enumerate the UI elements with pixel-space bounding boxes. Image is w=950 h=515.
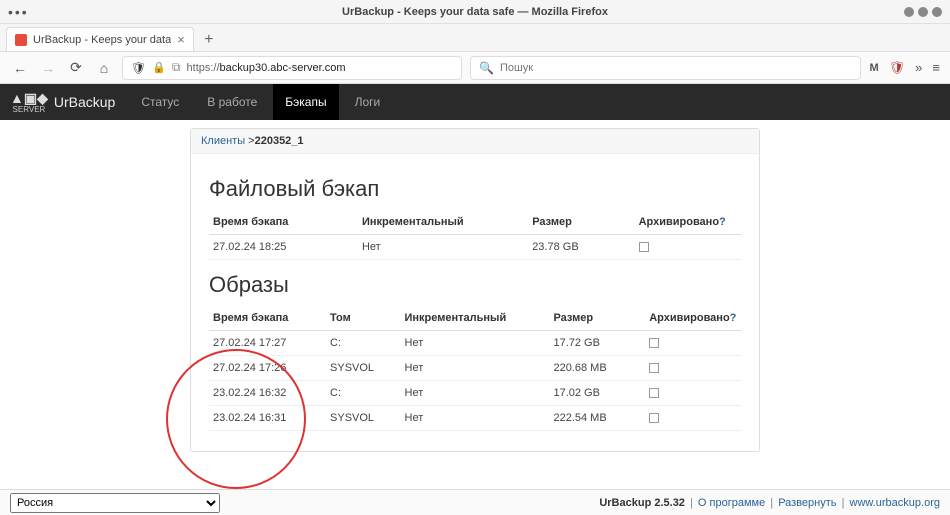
search-input[interactable] [500, 62, 853, 74]
archive-checkbox[interactable] [649, 363, 659, 373]
search-bar[interactable]: 🔍 [470, 56, 861, 80]
col-arch: Архивировано? [645, 306, 741, 331]
close-button[interactable] [932, 7, 942, 17]
os-titlebar: ••• UrBackup - Keeps your data safe — Mo… [0, 0, 950, 24]
tab-title: UrBackup - Keeps your data [33, 34, 171, 46]
footer: Россия UrBackup 2.5.32 | О программе | Р… [0, 489, 950, 515]
table-row[interactable]: 27.02.24 17:26 SYSVOL Нет 220.68 MB [209, 356, 741, 381]
help-icon[interactable]: ? [719, 216, 726, 228]
archive-checkbox[interactable] [649, 388, 659, 398]
image-backup-table: Время бэкапа Том Инкрементальный Размер … [209, 306, 741, 431]
col-incr: Инкрементальный [401, 306, 550, 331]
logo-icon: ▲▣◆ [10, 91, 48, 105]
menu-icon[interactable]: ≡ [932, 60, 940, 75]
url-text: https://backup30.abc-server.com [187, 62, 346, 74]
os-menu-dots[interactable]: ••• [8, 4, 29, 20]
table-row[interactable]: 23.02.24 16:31 SYSVOL Нет 222.54 MB [209, 406, 741, 431]
archive-checkbox[interactable] [639, 242, 649, 252]
nav-backups[interactable]: Бэкапы [273, 84, 338, 120]
app-navbar: ▲▣◆ SERVER UrBackup Статус В работе Бэка… [0, 84, 950, 120]
footer-about-link[interactable]: О программе [698, 497, 765, 509]
col-arch: Архивировано? [635, 210, 741, 235]
shield-icon[interactable]: 🛡 [131, 61, 146, 75]
breadcrumb: Клиенты >220352_1 [191, 129, 759, 154]
help-icon[interactable]: ? [730, 312, 737, 324]
new-tab-button[interactable]: + [198, 29, 220, 51]
table-row[interactable]: 27.02.24 17:27 C: Нет 17.72 GB [209, 331, 741, 356]
window-title: UrBackup - Keeps your data safe — Mozill… [342, 6, 608, 18]
browser-tabbar: UrBackup - Keeps your data × + [0, 24, 950, 52]
tab-close-icon[interactable]: × [177, 32, 185, 47]
back-button[interactable]: ← [10, 58, 30, 78]
window-controls [904, 7, 942, 17]
forward-button[interactable]: → [38, 58, 58, 78]
col-size: Размер [528, 210, 634, 235]
table-row[interactable]: 23.02.24 16:32 C: Нет 17.02 GB [209, 381, 741, 406]
breadcrumb-root[interactable]: Клиенты [201, 135, 245, 147]
page-content: Клиенты >220352_1 Файловый бэкап Время б… [0, 120, 950, 472]
col-time: Время бэкапа [209, 210, 358, 235]
archive-checkbox[interactable] [649, 413, 659, 423]
permissions-icon[interactable]: ⧉ [172, 60, 181, 75]
section-img-title: Образы [209, 272, 741, 298]
home-button[interactable]: ⌂ [94, 58, 114, 78]
col-time: Время бэкапа [209, 306, 326, 331]
col-incr: Инкрементальный [358, 210, 528, 235]
tab-favicon [15, 34, 27, 46]
footer-site-link[interactable]: www.urbackup.org [850, 497, 941, 509]
footer-deploy-link[interactable]: Развернуть [778, 497, 836, 509]
col-vol: Том [326, 306, 400, 331]
ublock-icon[interactable]: 🛡 [889, 60, 906, 76]
search-icon: 🔍 [479, 61, 494, 75]
browser-tab[interactable]: UrBackup - Keeps your data × [6, 27, 194, 51]
content-panel: Клиенты >220352_1 Файловый бэкап Время б… [190, 128, 760, 452]
lock-icon[interactable]: 🔒 [152, 61, 166, 74]
table-row[interactable]: 27.02.24 18:25 Нет 23.78 GB [209, 235, 741, 260]
file-backup-table: Время бэкапа Инкрементальный Размер Архи… [209, 210, 741, 260]
nav-running[interactable]: В работе [195, 84, 269, 120]
section-file-title: Файловый бэкап [209, 176, 741, 202]
footer-links: UrBackup 2.5.32 | О программе | Разверну… [599, 497, 940, 509]
locale-select[interactable]: Россия [10, 493, 220, 513]
app-brand: UrBackup [54, 94, 115, 110]
gmail-icon[interactable]: M [869, 62, 878, 74]
overflow-icon[interactable]: » [915, 60, 922, 75]
address-bar[interactable]: 🛡 🔒 ⧉ https://backup30.abc-server.com [122, 56, 462, 80]
archive-checkbox[interactable] [649, 338, 659, 348]
app-logo[interactable]: ▲▣◆ SERVER UrBackup [10, 91, 115, 114]
footer-version: UrBackup 2.5.32 [599, 497, 685, 509]
maximize-button[interactable] [918, 7, 928, 17]
breadcrumb-client: 220352_1 [255, 135, 304, 147]
browser-toolbar: ← → ⟳ ⌂ 🛡 🔒 ⧉ https://backup30.abc-serve… [0, 52, 950, 84]
toolbar-extensions: M 🛡 » ≡ [869, 60, 940, 76]
minimize-button[interactable] [904, 7, 914, 17]
col-size: Размер [549, 306, 645, 331]
nav-logs[interactable]: Логи [343, 84, 393, 120]
reload-button[interactable]: ⟳ [66, 58, 86, 78]
nav-status[interactable]: Статус [129, 84, 191, 120]
